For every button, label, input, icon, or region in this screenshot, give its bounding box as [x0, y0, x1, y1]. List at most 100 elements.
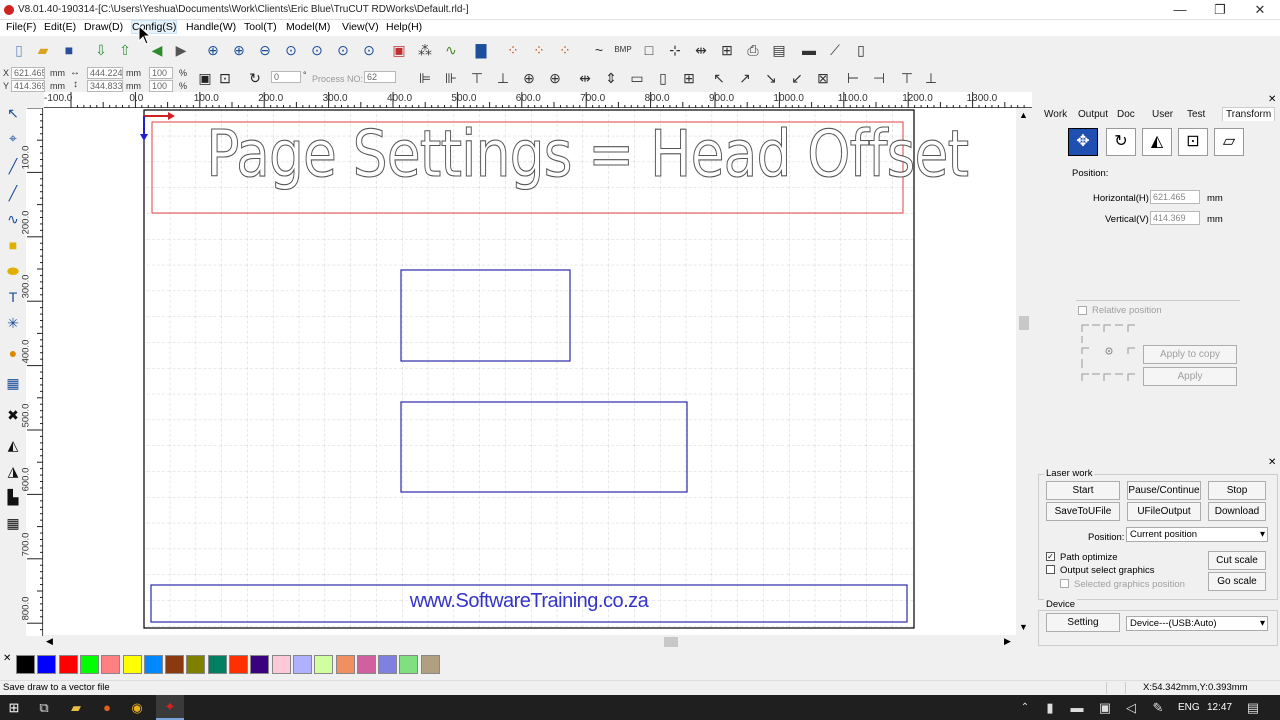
selected-position-checkbox[interactable] — [1060, 579, 1069, 588]
rotate-icon[interactable]: ↻ — [246, 69, 264, 87]
save-file-icon[interactable]: ■ — [60, 41, 78, 59]
cut-scale-button[interactable]: Cut scale — [1208, 551, 1266, 570]
move-bottom-left-icon[interactable]: ↙ — [788, 69, 806, 87]
color-swatch[interactable] — [165, 655, 185, 674]
color-swatch[interactable] — [229, 655, 248, 674]
color-swatch[interactable] — [292, 655, 312, 674]
scroll-right-icon[interactable]: ▶ — [1004, 636, 1011, 647]
path-optimize-checkbox[interactable]: ✓ — [1046, 552, 1055, 561]
export-icon[interactable]: ⇧ — [116, 41, 134, 59]
volume-icon[interactable]: ◁ — [1122, 699, 1140, 717]
rect-outline-icon[interactable]: □ — [640, 41, 658, 59]
offset-icon[interactable]: ⇹ — [692, 41, 710, 59]
start-button[interactable]: Start — [1046, 481, 1120, 500]
move-mode-icon[interactable]: ✥ — [1068, 128, 1098, 156]
color-swatch[interactable] — [356, 655, 376, 674]
drawing-canvas[interactable]: Page Settings = Head Offset www.Software… — [44, 108, 1016, 635]
color-swatch[interactable] — [207, 655, 227, 674]
ellipse-tool-icon[interactable]: ⬬ — [4, 262, 22, 280]
x-position-field[interactable]: 621.465 — [11, 67, 45, 79]
minimize-button[interactable]: — — [1160, 0, 1200, 20]
scale-mode-icon[interactable]: ⊡ — [1178, 128, 1208, 156]
mirror-v-icon[interactable]: ◮ — [4, 462, 22, 480]
lock-ratio-icon[interactable]: ▣ — [196, 69, 214, 87]
move-top-right-icon[interactable]: ↗ — [736, 69, 754, 87]
anchor-grid[interactable] — [1080, 323, 1138, 383]
network-icon[interactable]: ▣ — [1096, 699, 1114, 717]
zoom-fit-icon[interactable]: ⊙ — [308, 41, 326, 59]
file-explorer-icon[interactable]: ▰ — [67, 699, 85, 717]
close-button[interactable]: ✕ — [1240, 0, 1280, 20]
menu-help[interactable]: Help(H) — [386, 21, 422, 33]
node-tool-icon[interactable]: ⌖ — [4, 129, 22, 147]
website-text[interactable]: www.SoftwareTraining.co.za — [151, 590, 907, 613]
delete-tool-icon[interactable]: ✖ — [4, 406, 22, 424]
align-center-v-icon[interactable]: ⊕ — [520, 69, 538, 87]
scale-x-field[interactable]: 100 — [149, 67, 173, 79]
tab-output[interactable]: Output — [1078, 109, 1108, 120]
array-mirror-icon[interactable]: ⁘ — [556, 41, 574, 59]
layout-icon[interactable]: ▙ — [4, 488, 22, 506]
color-swatch[interactable] — [335, 655, 355, 674]
menu-model[interactable]: Model(M) — [286, 21, 330, 33]
node-edit-icon[interactable]: ⁂ — [416, 41, 434, 59]
tab-doc[interactable]: Doc — [1117, 109, 1135, 120]
apply-to-copy-button[interactable]: Apply to copy — [1143, 345, 1237, 364]
language-indicator[interactable]: ENG — [1178, 702, 1200, 713]
align-bottom-icon[interactable]: ⊥ — [494, 69, 512, 87]
move-top-left-icon[interactable]: ↖ — [710, 69, 728, 87]
color-swatch[interactable] — [37, 655, 57, 674]
windows-start-icon[interactable]: ⊞ — [5, 699, 23, 717]
maximize-button[interactable]: ❐ — [1200, 0, 1240, 20]
horizontal-scroll-thumb[interactable] — [664, 637, 678, 647]
rotate-mode-icon[interactable]: ↻ — [1106, 128, 1136, 156]
color-swatch[interactable] — [79, 655, 99, 674]
move-center-icon[interactable]: ⊠ — [814, 69, 832, 87]
output-select-checkbox[interactable] — [1046, 565, 1055, 574]
array-tool-icon[interactable]: ▦ — [4, 514, 22, 532]
notifications-icon[interactable]: ▤ — [1244, 699, 1262, 717]
vertical-field[interactable]: 414.369 — [1150, 211, 1200, 225]
settings-bar-icon[interactable]: ▯ — [852, 41, 870, 59]
laser-panel-close-icon[interactable]: ✕ — [1268, 457, 1276, 468]
new-file-icon[interactable]: ▯ — [10, 41, 28, 59]
color-swatch[interactable] — [399, 655, 419, 674]
camera-icon[interactable]: ▬ — [800, 41, 818, 59]
battery-icon[interactable]: ▬ — [1068, 699, 1086, 717]
vertical-scroll-thumb[interactable] — [1019, 316, 1029, 330]
scale-y-field[interactable]: 100 — [149, 80, 173, 92]
color-swatch[interactable] — [101, 655, 121, 674]
rdworks-taskbar-item[interactable]: ✦ — [156, 695, 184, 720]
color-swatch[interactable] — [122, 655, 142, 674]
color-swatch[interactable] — [186, 655, 206, 674]
mirror-mode-icon[interactable]: ◭ — [1142, 128, 1172, 156]
menu-draw[interactable]: Draw(D) — [84, 21, 123, 33]
space-h-right-icon[interactable]: ⊣ — [870, 69, 888, 87]
polyline-tool-icon[interactable]: ╱ — [4, 184, 22, 202]
same-size-icon[interactable]: ⊞ — [680, 69, 698, 87]
zoom-in-icon[interactable]: ⊕ — [230, 41, 248, 59]
move-bottom-right-icon[interactable]: ↘ — [762, 69, 780, 87]
align-top-icon[interactable]: ⊤ — [468, 69, 486, 87]
space-v-bottom-icon[interactable]: ⊥ — [922, 69, 940, 87]
print-icon[interactable]: ⎙ — [744, 41, 762, 59]
pause-continue-button[interactable]: Pause/Continue — [1127, 481, 1201, 500]
tab-transform[interactable]: Transform — [1222, 107, 1276, 121]
save-to-ufile-button[interactable]: SaveToUFile — [1046, 502, 1120, 521]
scroll-down-icon[interactable]: ▼ — [1019, 622, 1028, 632]
align-left-icon[interactable]: ⊫ — [416, 69, 434, 87]
color-swatch[interactable] — [378, 655, 398, 674]
same-width-icon[interactable]: ▭ — [628, 69, 646, 87]
array-icon[interactable]: ⁘ — [504, 41, 522, 59]
zoom-page-icon[interactable]: ⊙ — [282, 41, 300, 59]
menu-view[interactable]: View(V) — [342, 21, 379, 33]
zoom-window-icon[interactable]: ⊕ — [204, 41, 222, 59]
position-select[interactable]: Current position — [1126, 527, 1268, 542]
dot-tool-icon[interactable]: ✳ — [4, 314, 22, 332]
tab-user[interactable]: User — [1152, 109, 1173, 120]
mirror-h-icon[interactable]: ◭ — [4, 436, 22, 454]
rectangle-tool-icon[interactable]: ■ — [4, 236, 22, 254]
tab-work[interactable]: Work — [1044, 109, 1067, 120]
grid-tool-icon[interactable]: ▦ — [4, 374, 22, 392]
rotate-field[interactable]: 0 — [271, 71, 301, 83]
